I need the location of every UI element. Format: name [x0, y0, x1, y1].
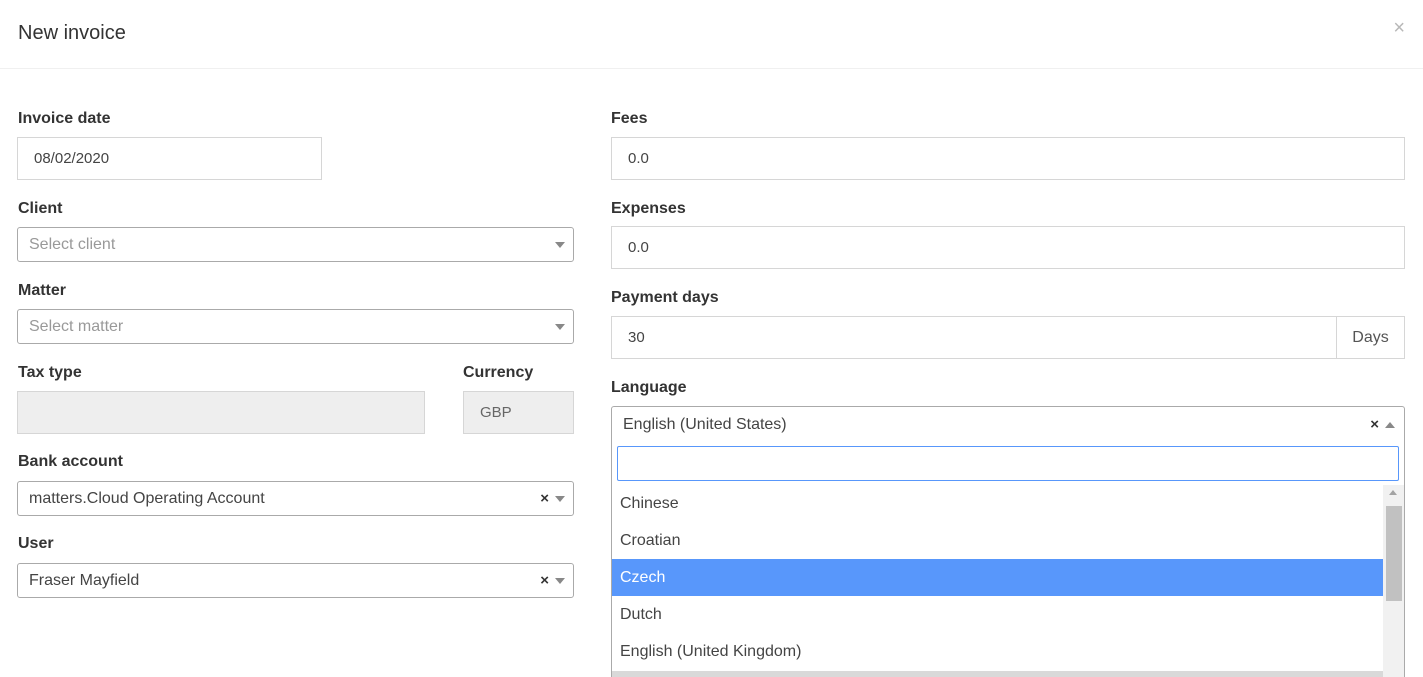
bank-account-value: matters.Cloud Operating Account — [29, 490, 265, 507]
language-option-dutch[interactable]: Dutch — [612, 596, 1383, 633]
expenses-input[interactable]: 0.0 — [611, 226, 1405, 269]
modal-header: New invoice × — [0, 0, 1423, 69]
payment-days-addon: Days — [1336, 316, 1405, 359]
client-placeholder: Select client — [29, 236, 116, 253]
fees-input[interactable]: 0.0 — [611, 137, 1405, 180]
bank-account-label: Bank account — [18, 453, 123, 470]
payment-days-input[interactable]: 30 — [611, 316, 1337, 359]
clear-icon[interactable]: × — [1370, 407, 1379, 442]
matter-select[interactable]: Select matter — [17, 309, 574, 344]
next-option-strip — [612, 671, 1383, 677]
chevron-down-icon — [555, 242, 565, 248]
language-search-input[interactable] — [617, 446, 1399, 481]
user-value: Fraser Mayfield — [29, 572, 140, 589]
language-value: English (United States) — [623, 416, 787, 433]
user-select[interactable]: Fraser Mayfield × — [17, 563, 574, 598]
dropdown-scrollbar[interactable] — [1383, 485, 1404, 677]
modal-title: New invoice — [18, 22, 126, 44]
language-option-czech[interactable]: Czech — [612, 559, 1383, 596]
language-option-chinese[interactable]: Chinese — [612, 485, 1383, 522]
user-label: User — [18, 535, 54, 552]
language-select[interactable]: English (United States) × — [611, 406, 1405, 441]
clear-icon[interactable]: × — [540, 564, 549, 597]
payment-days-label: Payment days — [611, 289, 719, 306]
tax-type-input — [17, 391, 425, 434]
chevron-down-icon — [555, 578, 565, 584]
tax-type-label: Tax type — [18, 364, 82, 381]
client-select[interactable]: Select client — [17, 227, 574, 262]
language-option-croatian[interactable]: Croatian — [612, 522, 1383, 559]
fees-label: Fees — [611, 110, 648, 127]
scroll-thumb[interactable] — [1386, 506, 1402, 601]
clear-icon[interactable]: × — [540, 482, 549, 515]
invoice-date-label: Invoice date — [18, 110, 111, 127]
chevron-down-icon — [555, 324, 565, 330]
bank-account-select[interactable]: matters.Cloud Operating Account × — [17, 481, 574, 516]
language-option-english-uk[interactable]: English (United Kingdom) — [612, 633, 1383, 670]
invoice-date-input[interactable]: 08/02/2020 — [17, 137, 322, 180]
language-dropdown: Chinese Croatian Czech Dutch English (Un… — [611, 441, 1405, 677]
chevron-down-icon — [555, 496, 565, 502]
client-label: Client — [18, 200, 63, 217]
close-icon[interactable]: × — [1393, 18, 1405, 38]
language-label: Language — [611, 379, 687, 396]
matter-label: Matter — [18, 282, 67, 299]
matter-placeholder: Select matter — [29, 318, 124, 335]
language-options: Chinese Croatian Czech Dutch English (Un… — [612, 485, 1383, 670]
currency-input: GBP — [463, 391, 574, 434]
chevron-up-icon — [1385, 422, 1395, 428]
scroll-up-icon[interactable] — [1389, 490, 1397, 495]
currency-label: Currency — [463, 364, 534, 381]
expenses-label: Expenses — [611, 200, 686, 217]
